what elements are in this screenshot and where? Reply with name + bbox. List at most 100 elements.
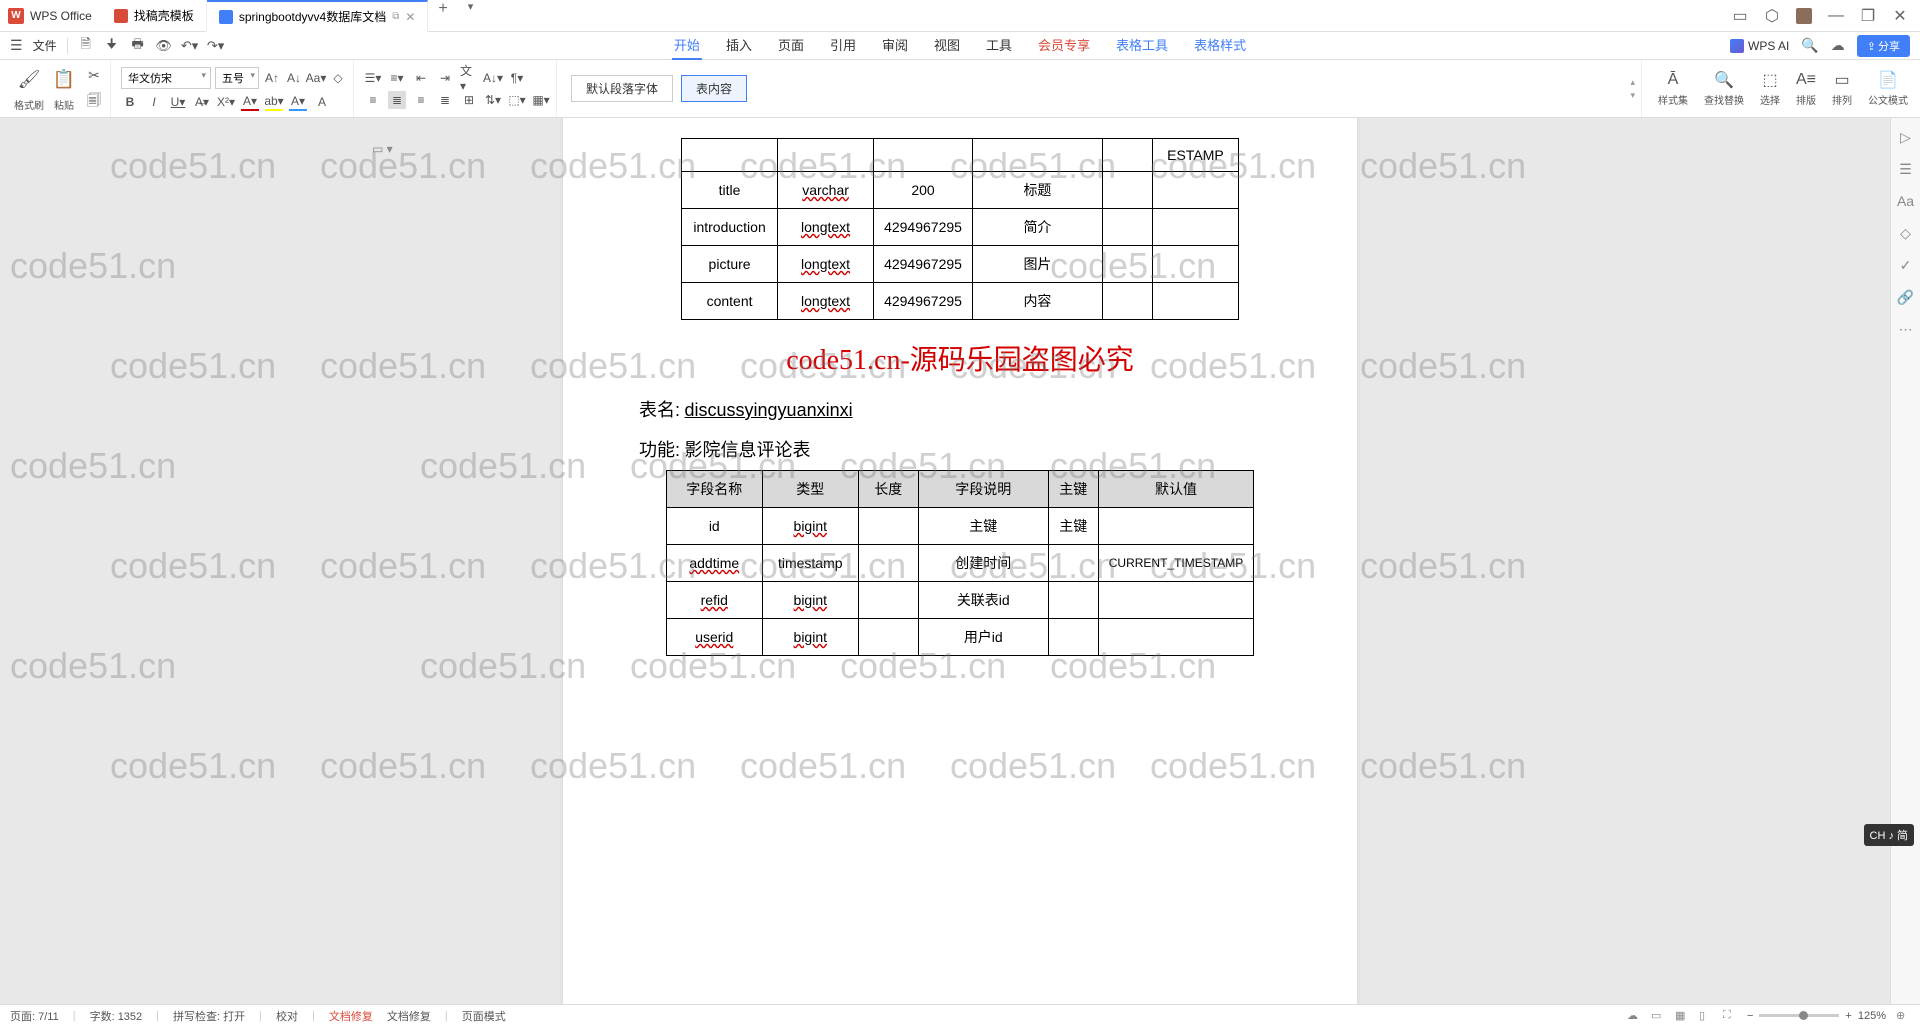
zoom-in-icon[interactable]: +: [1845, 1010, 1851, 1022]
strikethrough-button[interactable]: A̶▾: [193, 93, 211, 111]
fill-color-icon[interactable]: ⬚▾: [508, 91, 526, 109]
print-icon[interactable]: 🖶: [130, 38, 146, 54]
table-1[interactable]: ESTAMP title varchar 200 标题 introduction…: [681, 138, 1239, 320]
bullet-list-icon[interactable]: ☰▾: [364, 69, 382, 87]
line-spacing-icon[interactable]: ⇅▾: [484, 91, 502, 109]
font-color-button[interactable]: A▾: [241, 93, 259, 111]
status-spell[interactable]: 拼写检查: 打开: [173, 1008, 245, 1024]
hamburger-icon[interactable]: ☰: [10, 37, 23, 54]
superscript-button[interactable]: X²▾: [217, 93, 235, 111]
justify-icon[interactable]: ≣: [436, 91, 454, 109]
ime-indicator[interactable]: CH ♪ 简: [1864, 824, 1915, 846]
view-outline-icon[interactable]: ▯: [1699, 1009, 1713, 1023]
borders-icon[interactable]: ▦▾: [532, 91, 550, 109]
menu-tool[interactable]: 工具: [984, 31, 1014, 60]
view-full-icon[interactable]: ⛶: [1723, 1009, 1737, 1023]
sidebar-style-icon[interactable]: Aa: [1897, 192, 1915, 210]
status-page[interactable]: 页面: 7/11: [10, 1008, 59, 1024]
zoom-out-icon[interactable]: −: [1747, 1010, 1753, 1022]
page-settings-icon[interactable]: ▭ ▾: [372, 142, 393, 156]
share-button[interactable]: ⇪分享: [1857, 35, 1910, 57]
sidebar-more-icon[interactable]: ⋯: [1897, 320, 1915, 338]
maximize-button[interactable]: ❐: [1860, 8, 1876, 24]
preview-icon[interactable]: 👁: [156, 38, 172, 54]
text-direction-icon[interactable]: 文▾: [460, 69, 478, 87]
indent-icon[interactable]: ⇥: [436, 69, 454, 87]
menu-ref[interactable]: 引用: [828, 31, 858, 60]
file-menu[interactable]: 文件: [33, 37, 57, 54]
align-right-icon[interactable]: ≡: [412, 91, 430, 109]
menu-start[interactable]: 开始: [672, 31, 702, 60]
style-down-icon[interactable]: ▾: [1630, 90, 1635, 101]
menu-tabletool[interactable]: 表格工具: [1114, 31, 1170, 60]
sidebar-shape-icon[interactable]: ◇: [1897, 224, 1915, 242]
redo-icon[interactable]: ↷▾: [208, 38, 224, 54]
style-up-icon[interactable]: ▴: [1630, 77, 1635, 88]
copy-icon[interactable]: 🗐: [84, 92, 104, 112]
cube-icon[interactable]: ⬡: [1764, 8, 1780, 24]
search-icon[interactable]: 🔍: [1801, 37, 1818, 54]
undo-icon[interactable]: ↶▾: [182, 38, 198, 54]
format-brush-button[interactable]: 🖌 格式刷: [14, 65, 44, 112]
distribute-icon[interactable]: ⊞: [460, 91, 478, 109]
tab-document[interactable]: springbootdyvv4数据库文档 ⧉ ✕: [207, 0, 429, 32]
select-button[interactable]: ⬚ 选择: [1756, 70, 1784, 107]
highlight-button[interactable]: ab▾: [265, 93, 283, 111]
menu-view[interactable]: 视图: [932, 31, 962, 60]
wps-ai-button[interactable]: WPS AI: [1730, 39, 1789, 53]
underline-button[interactable]: U▾: [169, 93, 187, 111]
zoom-slider[interactable]: [1759, 1014, 1839, 1017]
tab-close-icon[interactable]: ✕: [405, 10, 415, 24]
clear-format-icon[interactable]: ◇: [329, 69, 347, 87]
status-docfix[interactable]: 文档修复: [329, 1008, 373, 1024]
fit-icon[interactable]: ⊕: [1896, 1009, 1910, 1023]
view-page-icon[interactable]: ▭: [1651, 1009, 1665, 1023]
align-left-icon[interactable]: ≡: [364, 91, 382, 109]
new-tab-button[interactable]: +: [428, 0, 457, 32]
style-default[interactable]: 默认段落字体: [571, 75, 673, 102]
arrange-button[interactable]: A≡ 排版: [1792, 70, 1820, 107]
menu-review[interactable]: 审阅: [880, 31, 910, 60]
menu-insert[interactable]: 插入: [724, 31, 754, 60]
tab-menu-button[interactable]: ▾: [458, 0, 484, 32]
align-center-icon[interactable]: ≣: [388, 91, 406, 109]
document-area[interactable]: ▭ ▾ ESTAMP title varchar 200 标题 introduc…: [0, 118, 1920, 1004]
font-family-select[interactable]: 华文仿宋: [121, 67, 211, 89]
menu-tablestyle[interactable]: 表格样式: [1192, 31, 1248, 60]
status-pagemode[interactable]: 页面模式: [462, 1008, 506, 1024]
avatar-icon[interactable]: [1796, 8, 1812, 24]
cut-icon[interactable]: ✂: [84, 66, 104, 86]
save-icon[interactable]: 🗎: [78, 38, 94, 54]
font-size-select[interactable]: 五号: [215, 67, 259, 89]
char-border-button[interactable]: A: [313, 93, 331, 111]
shading-button[interactable]: A▾: [289, 93, 307, 111]
grow-font-icon[interactable]: A↑: [263, 69, 281, 87]
shrink-font-icon[interactable]: A↓: [285, 69, 303, 87]
status-words[interactable]: 字数: 1352: [90, 1008, 143, 1024]
sort-icon[interactable]: A↓▾: [484, 69, 502, 87]
change-case-icon[interactable]: Aa▾: [307, 69, 325, 87]
outdent-icon[interactable]: ⇤: [412, 69, 430, 87]
tab-template[interactable]: 找稿壳模板: [102, 0, 207, 32]
minimize-button[interactable]: —: [1828, 8, 1844, 24]
status-proof[interactable]: 校对: [276, 1008, 298, 1024]
number-list-icon[interactable]: ≡▾: [388, 69, 406, 87]
docmode-button[interactable]: 📄 公文模式: [1864, 70, 1912, 107]
menu-page[interactable]: 页面: [776, 31, 806, 60]
export-icon[interactable]: 🠋: [104, 38, 120, 54]
sidebar-check-icon[interactable]: ✓: [1897, 256, 1915, 274]
table-2[interactable]: 字段名称 类型 长度 字段说明 主键 默认值 id bigint 主键 主键 a…: [666, 470, 1254, 656]
cloud-icon[interactable]: ☁: [1831, 37, 1845, 54]
view-read-icon[interactable]: ☁: [1627, 1009, 1641, 1023]
document-page[interactable]: ESTAMP title varchar 200 标题 introduction…: [563, 118, 1357, 1004]
window-mode-icon[interactable]: ▭: [1732, 8, 1748, 24]
zoom-control[interactable]: − + 125%: [1747, 1010, 1886, 1022]
paste-button[interactable]: 📋 粘贴: [50, 65, 78, 112]
find-replace-button[interactable]: 🔍 查找替换: [1700, 70, 1748, 107]
style-table-content[interactable]: 表内容: [681, 75, 747, 102]
sidebar-outline-icon[interactable]: ☰: [1897, 160, 1915, 178]
styleset-button[interactable]: Ā 样式集: [1654, 70, 1692, 107]
show-marks-icon[interactable]: ¶▾: [508, 69, 526, 87]
sidebar-close-icon[interactable]: ▷: [1897, 128, 1915, 146]
sidebar-link-icon[interactable]: 🔗: [1897, 288, 1915, 306]
